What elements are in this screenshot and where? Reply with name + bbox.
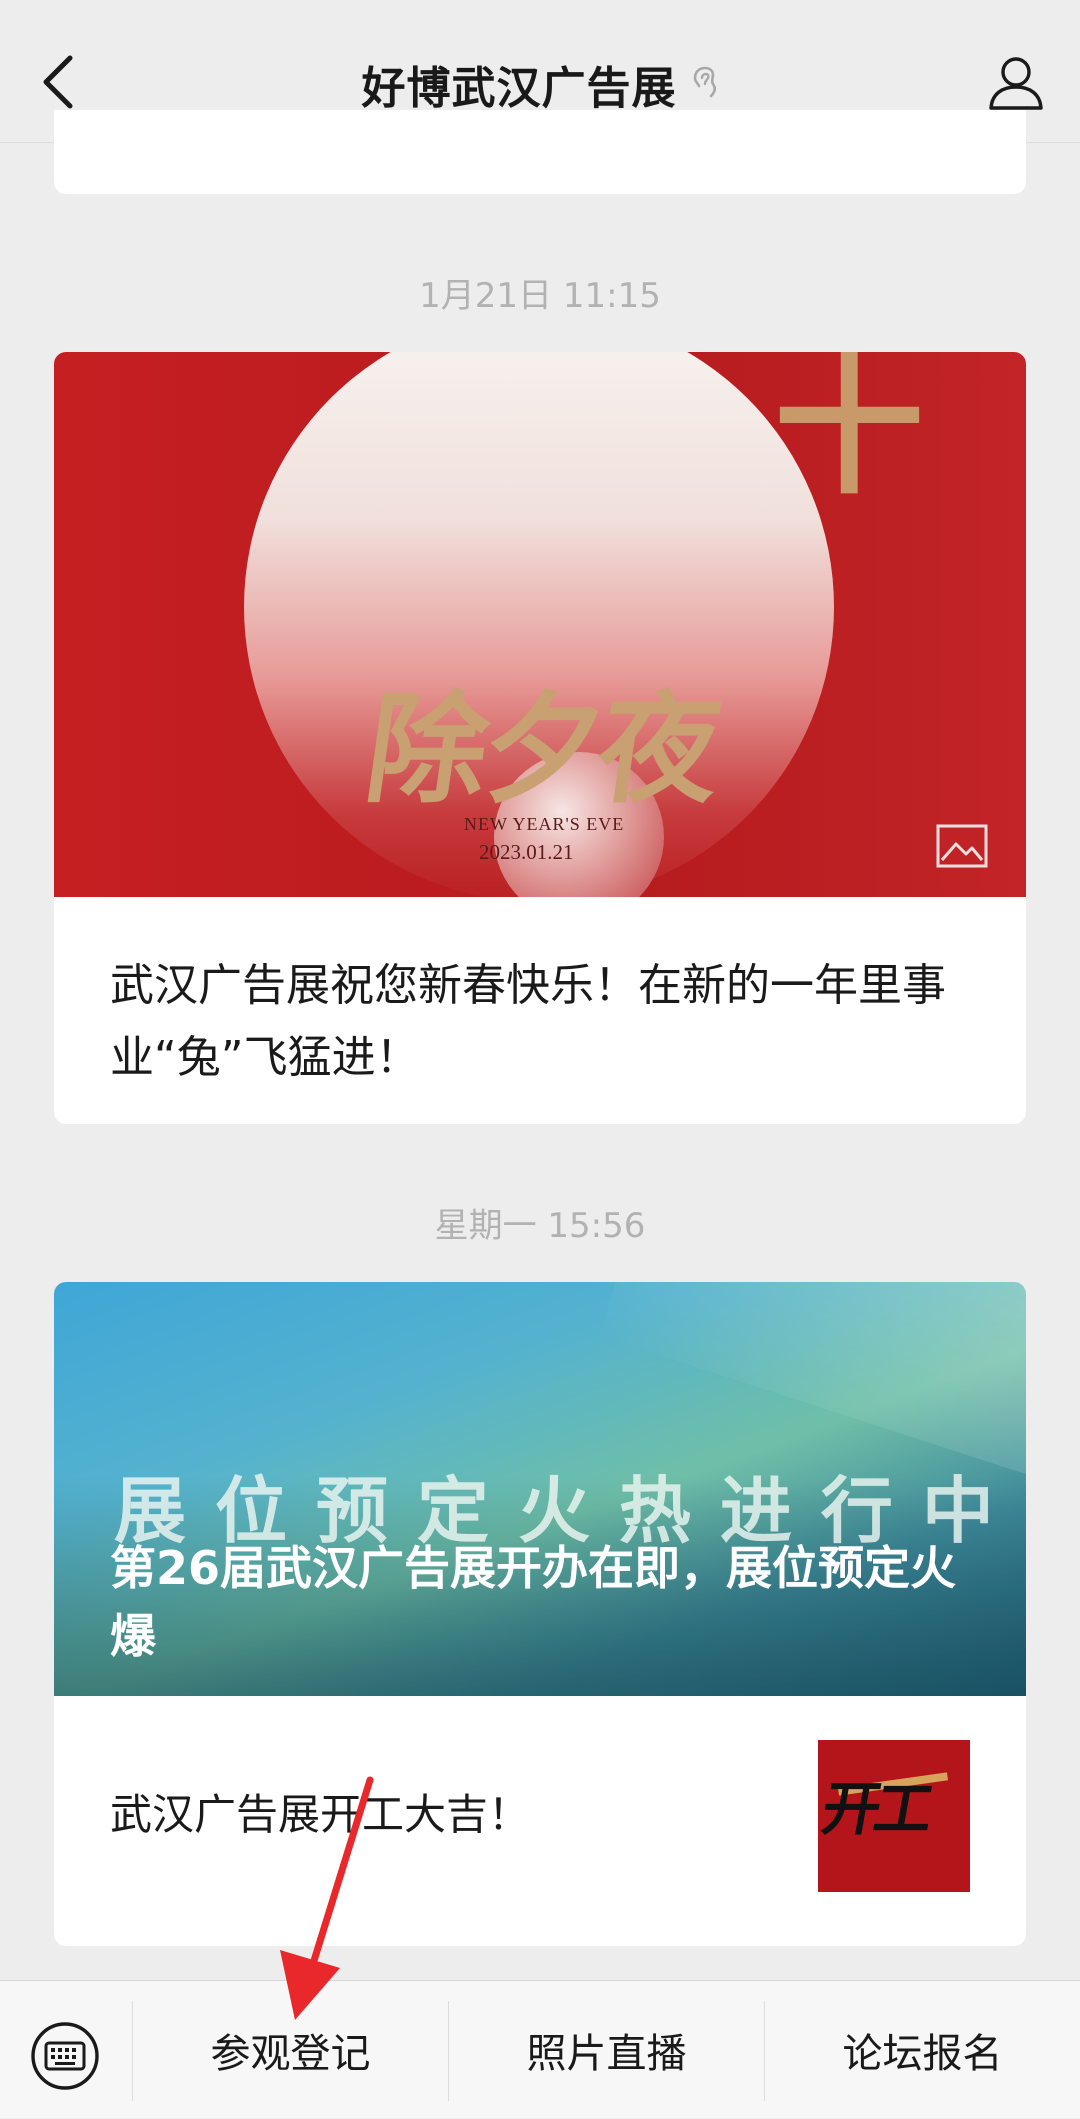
menu-item-visit-registration[interactable]: 参观登记 bbox=[133, 1981, 448, 2119]
cover-gold-brush: 十 bbox=[774, 352, 925, 515]
image-icon bbox=[936, 824, 988, 868]
title-wrap: 好博武汉广告展 bbox=[0, 52, 1080, 116]
article-cover-image[interactable]: 展 位 预 定 火 热 进 行 中 第26届武汉广告展开办在即，展位预定火爆 bbox=[54, 1282, 1026, 1696]
article-card[interactable]: 展 位 预 定 火 热 进 行 中 第26届武汉广告展开办在即，展位预定火爆 武… bbox=[54, 1282, 1026, 1946]
article-card[interactable]: 十 除夕夜 NEW YEAR'S EVE 2023.01.21 武汉广告展祝您新… bbox=[54, 352, 1026, 1124]
sub-article-thumbnail: 开工 bbox=[818, 1740, 970, 1892]
cover-date: 2023.01.21 bbox=[479, 840, 574, 864]
cover-calligraphy: 除夕夜 bbox=[357, 679, 726, 820]
menu-item-photo-live[interactable]: 照片直播 bbox=[449, 1981, 764, 2119]
article-headline: 第26届武汉广告展开办在即，展位预定火爆 bbox=[110, 1541, 957, 1663]
timestamp: 星期一 15:56 bbox=[434, 1206, 646, 1246]
timestamp: 1月21日 11:15 bbox=[419, 276, 661, 316]
person-icon[interactable] bbox=[986, 52, 1046, 112]
thumb-calligraphy: 开工 bbox=[818, 1775, 933, 1843]
keyboard-icon[interactable] bbox=[30, 2021, 100, 2091]
sub-article-title: 武汉广告展开工大吉！ bbox=[110, 1790, 531, 1839]
bottom-menu-bar: 参观登记 照片直播 论坛报名 bbox=[0, 1980, 1080, 2118]
cover-subtitle: NEW YEAR'S EVE bbox=[464, 814, 625, 834]
sub-article-row[interactable]: 武汉广告展开工大吉！ 开工 bbox=[54, 1696, 1026, 1946]
article-title: 武汉广告展祝您新春快乐！在新的一年里事业“兔”飞猛进！ bbox=[110, 960, 946, 1083]
previous-message-card[interactable] bbox=[54, 110, 1026, 194]
menu-item-forum-signup[interactable]: 论坛报名 bbox=[765, 1981, 1080, 2119]
article-cover-image[interactable]: 十 除夕夜 NEW YEAR'S EVE 2023.01.21 bbox=[54, 352, 1026, 897]
ear-icon[interactable] bbox=[691, 66, 719, 102]
page-title: 好博武汉广告展 bbox=[361, 63, 677, 114]
